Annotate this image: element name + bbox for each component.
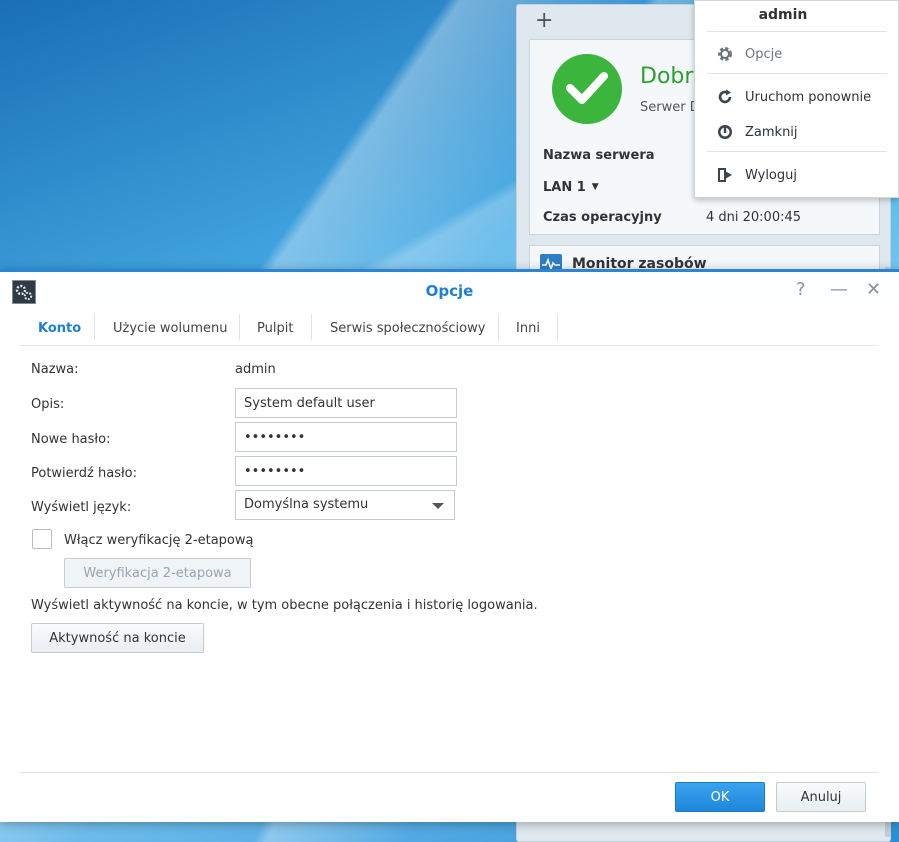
options-window: Opcje ? — ✕ Konto Użycie wolumenu Pulpit… (0, 269, 899, 822)
menu-item-shutdown[interactable]: Zamknij (715, 120, 798, 144)
tab-volume-usage[interactable]: Użycie wolumenu (95, 316, 246, 342)
menu-item-restart[interactable]: Uruchom ponownie (715, 85, 871, 109)
divider (20, 772, 878, 773)
description-input[interactable] (235, 388, 457, 418)
divider (557, 314, 558, 340)
confirm-password-label: Potwierdź hasło: (31, 466, 137, 481)
lan-label: LAN 1 (543, 180, 586, 195)
menu-item-label: Wyloguj (745, 167, 797, 183)
account-activity-button[interactable]: Aktywność na koncie (31, 623, 204, 653)
ok-button[interactable]: OK (675, 782, 765, 812)
menu-item-logout[interactable]: Wyloguj (715, 163, 797, 187)
divider (707, 73, 887, 74)
lan-selector[interactable]: LAN 1 ▼ (543, 180, 599, 195)
uptime-value: 4 dni 20:00:45 (706, 210, 802, 225)
tab-bar: Konto Użycie wolumenu Pulpit Serwis społ… (20, 308, 878, 346)
user-menu: admin Opcje Uruchom ponownie Zamknij Wyl… (694, 0, 899, 198)
confirm-password-input[interactable] (235, 456, 457, 486)
two-step-checkbox[interactable] (32, 529, 52, 549)
power-icon (715, 122, 735, 142)
menu-item-options[interactable]: Opcje (715, 42, 782, 66)
two-step-verification-button[interactable]: Weryfikacja 2-etapowa (64, 558, 251, 588)
menu-item-label: Zamknij (745, 124, 798, 140)
new-password-label: Nowe hasło: (31, 432, 111, 447)
tab-desktop[interactable]: Pulpit (239, 316, 311, 342)
window-titlebar[interactable]: Opcje ? — ✕ (0, 272, 899, 308)
cancel-button[interactable]: Anuluj (776, 782, 866, 812)
name-value: admin (235, 362, 276, 377)
chevron-down-icon: ▼ (591, 182, 599, 192)
menu-username: admin (758, 7, 808, 23)
menu-item-label: Uruchom ponownie (745, 89, 872, 105)
language-selected-value: Domyślna systemu (244, 497, 369, 512)
window-title: Opcje (425, 282, 474, 300)
server-name-label: Nazwa serwera (543, 148, 655, 163)
two-step-checkbox-label: Włącz weryfikację 2-etapową (64, 533, 254, 548)
gear-icon (715, 44, 735, 64)
activity-description: Wyświetl aktywność na koncie, w tym obec… (31, 598, 538, 613)
restart-icon (715, 87, 735, 107)
close-button[interactable]: ✕ (866, 280, 881, 300)
name-label: Nazwa: (31, 362, 79, 377)
language-select[interactable]: Domyślna systemu (235, 490, 455, 520)
chevron-down-icon (432, 503, 444, 509)
tab-account[interactable]: Konto (20, 316, 99, 342)
uptime-label: Czas operacyjny (543, 210, 662, 225)
health-status-subtitle: Serwer D (640, 100, 700, 115)
description-label: Opis: (31, 397, 65, 412)
divider (707, 151, 887, 152)
minimize-button[interactable]: — (830, 280, 848, 300)
divider (707, 31, 887, 32)
menu-item-label: Opcje (745, 46, 783, 62)
help-button[interactable]: ? (796, 280, 806, 300)
language-label: Wyświetl język: (31, 500, 132, 515)
healthy-check-icon (552, 54, 622, 124)
tab-other[interactable]: Inni (498, 316, 558, 342)
tab-social-network[interactable]: Serwis społecznościowy (312, 316, 503, 342)
new-password-input[interactable] (235, 422, 457, 452)
add-widget-button[interactable]: + (535, 9, 553, 33)
logout-icon (715, 165, 735, 185)
